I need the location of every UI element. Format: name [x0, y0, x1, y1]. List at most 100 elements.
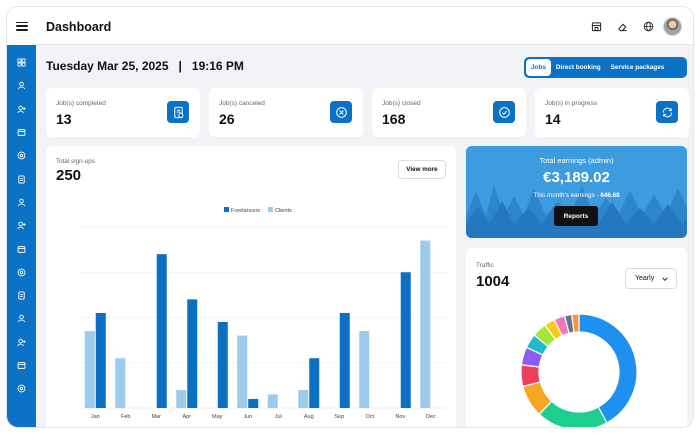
monthly-earnings-value: 646.68 — [600, 192, 619, 199]
sidebar-item-8[interactable] — [7, 214, 36, 237]
legend-label: Clients — [275, 208, 292, 214]
bar-clients-aug[interactable] — [298, 390, 308, 408]
current-date: Tuesday Mar 25, 2025 — [46, 59, 169, 73]
stat-card-canceled: Job(s) canceled 26 — [209, 88, 363, 137]
sidebar-nav — [7, 45, 36, 428]
x-tick-label: Jul — [275, 414, 282, 420]
x-tick-label: Jan — [91, 414, 100, 420]
bar-clients-jul[interactable] — [268, 394, 278, 408]
calendar-icon — [17, 175, 26, 184]
bank-icon — [17, 291, 26, 300]
avatar[interactable] — [663, 17, 682, 36]
progress-refresh-icon — [656, 101, 678, 123]
x-tick-label: Oct — [365, 414, 374, 420]
gear-icon — [17, 268, 26, 277]
donut-slice-2[interactable] — [539, 401, 607, 428]
bar-clients-oct[interactable] — [359, 331, 369, 408]
bar-clients-jun[interactable] — [237, 336, 247, 408]
id-card-icon — [17, 245, 26, 254]
donut-slice-1[interactable] — [579, 314, 637, 423]
sidebar-item-6[interactable] — [7, 167, 36, 190]
chat-icon — [17, 151, 26, 160]
sidebar-item-15[interactable] — [7, 377, 36, 400]
x-tick-label: Feb — [121, 414, 130, 420]
stat-label: Job(s) canceled — [219, 100, 265, 107]
sidebar-item-7[interactable] — [7, 191, 36, 214]
x-tick-label: Dec — [426, 414, 436, 420]
earnings-value: €3,189.02 — [466, 169, 687, 186]
sidebar-item-13[interactable] — [7, 331, 36, 354]
bar-clients-apr[interactable] — [176, 390, 186, 408]
tab-service-packages[interactable]: Service packages — [606, 59, 670, 76]
check-circle-icon — [493, 101, 515, 123]
legend-label: Freelancers — [231, 208, 260, 214]
eraser-icon[interactable] — [617, 21, 628, 32]
invoice-icon — [17, 338, 26, 347]
sidebar-item-12[interactable] — [7, 307, 36, 330]
legend-swatch — [224, 207, 229, 212]
grid-icon — [17, 58, 26, 67]
traffic-donut-chart — [466, 248, 687, 428]
cancel-circle-icon — [330, 101, 352, 123]
tab-jobs[interactable]: Jobs — [526, 59, 551, 76]
x-tick-label: Jun — [243, 414, 252, 420]
bar-clients-dec[interactable] — [420, 241, 430, 408]
x-tick-label: Apr — [182, 414, 191, 420]
monthly-earnings-label: This month's earnings - — [533, 192, 598, 199]
sidebar-item-10[interactable] — [7, 261, 36, 284]
sidebar — [7, 7, 36, 427]
bar-clients-jan[interactable] — [85, 331, 95, 408]
bar-clients-feb[interactable] — [115, 358, 125, 408]
x-tick-label: Mar — [152, 414, 162, 420]
bar-freelancers-mar[interactable] — [157, 254, 167, 408]
page-title: Dashboard — [46, 20, 111, 34]
x-tick-label: Sep — [334, 414, 344, 420]
sidebar-item-5[interactable] — [7, 144, 36, 167]
search-user-icon — [17, 314, 26, 323]
x-tick-label: Aug — [304, 414, 314, 420]
separator: | — [179, 59, 182, 73]
bar-freelancers-apr[interactable] — [187, 299, 197, 408]
bar-freelancers-jan[interactable] — [96, 313, 106, 408]
store-icon[interactable] — [591, 21, 602, 32]
donut-slice-4[interactable] — [521, 365, 540, 387]
bar-freelancers-may[interactable] — [218, 322, 228, 408]
sidebar-item-14[interactable] — [7, 354, 36, 377]
traffic-card: Traffic 1004 Yearly — [466, 248, 687, 428]
tab-direct-booking[interactable]: Direct booking — [551, 59, 606, 76]
copy-icon — [17, 384, 26, 393]
user-add-icon — [17, 105, 26, 114]
monthly-earnings: This month's earnings - 646.68 — [466, 192, 687, 199]
sidebar-toggle[interactable] — [7, 7, 36, 45]
sidebar-item-9[interactable] — [7, 237, 36, 260]
user-icon — [17, 81, 26, 90]
sidebar-item-2[interactable] — [7, 74, 36, 97]
stat-label: Job(s) in progress — [545, 100, 597, 107]
current-time: 19:16 PM — [192, 59, 244, 73]
x-tick-label: May — [212, 414, 223, 420]
signups-bar-chart: Freelancers Clients Jan Feb Mar Apr May Jun Jul… — [46, 146, 456, 428]
hamburger-icon — [16, 22, 28, 31]
bar-freelancers-nov[interactable] — [401, 272, 411, 408]
bar-freelancers-aug[interactable] — [309, 358, 319, 408]
sidebar-item-3[interactable] — [7, 98, 36, 121]
document-check-icon — [167, 101, 189, 123]
stat-label: Job(s) closed — [382, 100, 421, 107]
bar-freelancers-jun[interactable] — [248, 399, 258, 408]
sidebar-item-1[interactable] — [7, 51, 36, 74]
earnings-card: Total earnings (admin) €3,189.02 This mo… — [466, 146, 687, 238]
stat-card-completed: Job(s) completed 13 — [46, 88, 200, 137]
stat-card-in-progress: Job(s) in progress 14 — [535, 88, 689, 137]
users-icon — [17, 128, 26, 137]
x-tick-label: Nov — [395, 414, 405, 420]
sidebar-item-11[interactable] — [7, 284, 36, 307]
date-time-display: Tuesday Mar 25, 2025 | 19:16 PM — [46, 59, 244, 73]
bar-freelancers-sep[interactable] — [340, 313, 350, 408]
sidebar-item-4[interactable] — [7, 121, 36, 144]
earnings-title: Total earnings (admin) — [466, 156, 687, 165]
globe-icon[interactable] — [643, 21, 654, 32]
stat-card-closed: Job(s) closed 168 — [372, 88, 526, 137]
reports-button[interactable]: Reports — [554, 206, 598, 226]
stat-value: 26 — [219, 111, 235, 127]
app-frame: Dashboard Tuesday Mar 25, 2025 | 19:16 P… — [6, 6, 694, 428]
